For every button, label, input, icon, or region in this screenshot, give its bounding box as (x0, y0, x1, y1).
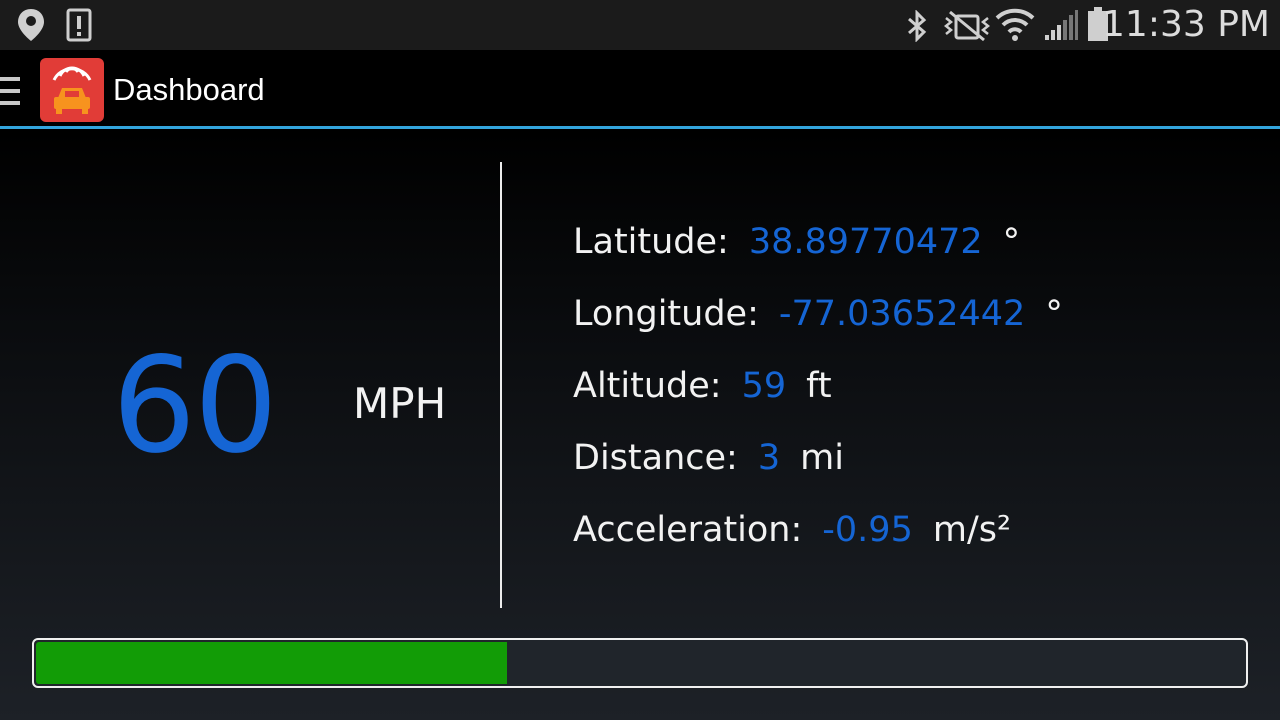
distance-value: 3 (757, 438, 781, 478)
dashboard-content: 60 MPH Latitude: 38.89770472 ° Longitude: -… (0, 129, 1280, 720)
status-bar: 11:33 PM (0, 0, 1280, 50)
signal-icon (1045, 10, 1078, 40)
screen: 11:33 PM Dashboard 60 MPH Latitude: 38.8… (0, 0, 1280, 720)
distance-unit: mi (800, 438, 844, 478)
vertical-divider (500, 162, 502, 608)
longitude-label: Longitude: (573, 294, 759, 334)
progress-bar (32, 638, 1248, 688)
hamburger-menu-icon[interactable] (0, 77, 22, 105)
wifi-icon (995, 8, 1035, 41)
longitude-value: -77.03652442 (778, 294, 1026, 334)
alert-notification-icon (66, 8, 92, 42)
longitude-unit: ° (1045, 294, 1063, 334)
acceleration-label: Acceleration: (573, 510, 803, 550)
longitude-row: Longitude: -77.03652442 ° (573, 292, 1063, 336)
location-pin-icon (18, 9, 44, 41)
vibrate-mute-icon (943, 10, 991, 42)
acceleration-row: Acceleration: -0.95 m/s² (573, 508, 1011, 552)
latitude-unit: ° (1002, 222, 1021, 262)
progress-bar-fill (36, 642, 507, 684)
altitude-unit: ft (806, 366, 832, 406)
latitude-value: 38.89770472 (748, 222, 983, 262)
altitude-label: Altitude: (573, 366, 722, 406)
speed-unit: MPH (353, 379, 447, 428)
altitude-row: Altitude: 59 ft (573, 364, 832, 408)
acceleration-unit: m/s² (932, 510, 1011, 550)
status-bar-clock: 11:33 PM (1102, 4, 1270, 45)
distance-row: Distance: 3 mi (573, 436, 844, 480)
latitude-row: Latitude: 38.89770472 ° (573, 220, 1020, 264)
page-title: Dashboard (113, 72, 265, 107)
action-bar: Dashboard (0, 50, 1280, 126)
altitude-value: 59 (741, 366, 787, 406)
acceleration-value: -0.95 (822, 510, 913, 550)
speed-value: 60 (112, 329, 278, 483)
car-radar-app-icon[interactable] (40, 58, 104, 122)
latitude-label: Latitude: (573, 222, 729, 262)
bluetooth-icon (908, 10, 927, 42)
distance-label: Distance: (573, 438, 738, 478)
